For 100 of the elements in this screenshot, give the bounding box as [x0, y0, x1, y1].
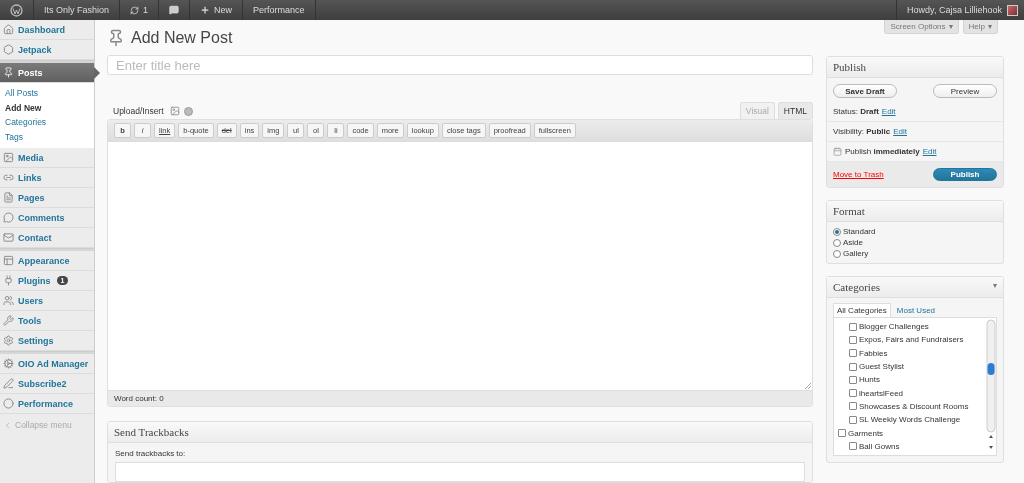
checkbox[interactable] — [849, 349, 857, 358]
radio-label: Gallery — [843, 249, 869, 258]
menu-item[interactable]: Subscribe2 — [0, 374, 94, 394]
menu-item[interactable]: Dashboard — [0, 20, 94, 40]
checkbox[interactable] — [849, 335, 857, 344]
page-icon — [3, 192, 14, 203]
trackbacks-field[interactable] — [115, 462, 805, 482]
plus-icon — [200, 5, 211, 15]
box-title: Categories — [833, 281, 881, 293]
plug-icon — [3, 275, 14, 286]
menu-item[interactable]: Comments — [0, 208, 94, 228]
circle-icon[interactable] — [183, 107, 193, 117]
submenu-item[interactable]: Tags — [0, 129, 94, 144]
radio-button[interactable] — [833, 238, 841, 247]
pin-icon — [107, 29, 125, 48]
category-label: Garments — [848, 428, 884, 438]
publish-setting: Visibility: Public — [833, 127, 891, 136]
toolbar-link[interactable]: Performance — [243, 0, 316, 20]
settings-icon — [3, 335, 14, 346]
submenu-item[interactable]: Categories — [0, 115, 94, 130]
field-label: Send trackbacks to: — [114, 448, 187, 460]
radio-label: Standard — [843, 227, 876, 236]
pin-icon — [3, 67, 14, 78]
checkbox[interactable] — [849, 415, 857, 424]
envelope-icon — [3, 232, 14, 243]
category-tab[interactable]: All Categories — [833, 303, 891, 317]
checkbox[interactable] — [838, 429, 846, 437]
publish-setting: Status: Draft — [833, 107, 879, 116]
image-icon[interactable] — [169, 106, 180, 117]
category-label: Hunts — [859, 375, 880, 385]
hexagon-icon — [3, 44, 14, 55]
category-label: Fabbies — [859, 348, 888, 358]
publish-setting: Publish immediately — [845, 147, 920, 156]
submenu-item[interactable]: All Posts — [0, 86, 94, 101]
category-label: Expos, Fairs and Fundraisers — [859, 335, 964, 345]
dot-icon — [3, 398, 14, 409]
category-tab[interactable]: Most Used — [892, 303, 940, 317]
upload-label: Upload/Insert — [113, 106, 164, 117]
toggle-icon[interactable]: ▾ — [993, 281, 997, 293]
edit-link[interactable]: Edit — [922, 147, 937, 156]
speech-bubble-icon[interactable] — [169, 5, 180, 15]
page-title: Add New Post — [131, 29, 233, 48]
new-link[interactable]: New — [190, 0, 244, 20]
radio-button[interactable] — [833, 227, 841, 236]
wrench-icon — [3, 315, 14, 326]
menu-item[interactable]: Appearance — [0, 251, 94, 271]
image-icon — [3, 152, 14, 163]
checkbox[interactable] — [849, 322, 857, 331]
resize-grip-icon[interactable] — [805, 383, 811, 389]
caret-icon: ▾ — [988, 22, 992, 31]
edit-link[interactable]: Edit — [893, 127, 907, 136]
menu-item[interactable]: Users — [0, 291, 94, 311]
submenu-item[interactable]: Add New — [0, 100, 94, 115]
chevron-left-icon — [3, 420, 12, 430]
trash-link[interactable]: Move to Trash — [833, 170, 884, 179]
menu-item[interactable]: Posts — [0, 63, 94, 83]
updates-link[interactable]: 1 — [120, 0, 160, 20]
category-label: iheartslFeed — [859, 388, 904, 398]
menu-item[interactable]: Media — [0, 148, 94, 168]
screen-tab[interactable]: Help ▾ — [962, 20, 998, 34]
menu-item[interactable]: Pages — [0, 188, 94, 208]
layout-icon — [3, 255, 14, 266]
calendar-icon — [833, 147, 842, 156]
avatar[interactable] — [1007, 4, 1018, 16]
radio-button[interactable] — [833, 249, 841, 258]
link-icon — [3, 172, 14, 183]
edit-link[interactable]: Edit — [881, 107, 896, 116]
menu-item[interactable]: Links — [0, 168, 94, 188]
speech-bubble-icon — [3, 212, 14, 223]
menu-item[interactable]: Performance — [0, 394, 94, 414]
checkbox[interactable] — [849, 442, 857, 451]
box-title: Format — [827, 201, 1003, 222]
caret-icon: ▾ — [948, 22, 953, 31]
category-label: Showcases & Discount Rooms — [859, 401, 969, 411]
title-field[interactable]: Enter title here — [107, 54, 813, 76]
publish-button[interactable]: Publish — [933, 168, 997, 181]
cog-icon — [3, 358, 14, 369]
radio-label: Aside — [843, 238, 863, 247]
box-title: Publish — [827, 57, 1003, 78]
account-greeting[interactable]: Howdy, Cajsa Lilliehook — [907, 5, 1002, 15]
editor-tab[interactable]: HTML — [777, 102, 813, 120]
pencil-icon — [3, 378, 14, 389]
checkbox[interactable] — [849, 402, 857, 411]
menu-item[interactable]: OIO Ad Manager — [0, 354, 94, 374]
category-label: SL Weekly Words Challenge — [859, 415, 961, 425]
people-icon — [3, 295, 14, 306]
refresh-icon — [130, 5, 140, 15]
word-count: Word count: 0 — [108, 390, 812, 406]
checkbox[interactable] — [849, 375, 857, 384]
house-icon — [3, 24, 14, 35]
checkbox[interactable] — [849, 389, 857, 398]
category-label: Ball Gowns — [859, 441, 900, 451]
menu-item[interactable]: Tools — [0, 311, 94, 331]
preview-button[interactable]: Preview — [933, 84, 997, 98]
logo-icon[interactable] — [10, 3, 23, 17]
checkbox[interactable] — [849, 362, 857, 371]
box-title: Send Trackbacks — [108, 422, 812, 443]
screen-tab[interactable]: Screen Options ▾ — [884, 20, 959, 34]
save-draft-button[interactable]: Save Draft — [833, 84, 897, 98]
category-label: Blogger Challenges — [859, 322, 929, 332]
